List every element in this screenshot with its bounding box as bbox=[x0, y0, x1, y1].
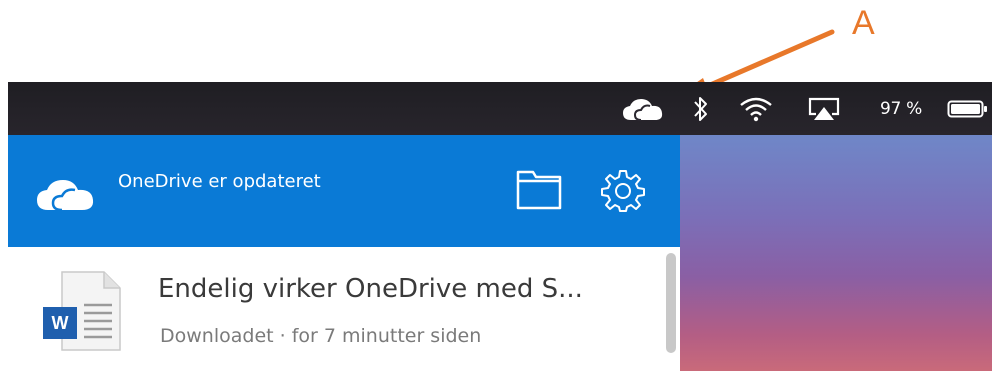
list-item[interactable]: W Endelig virker OneDrive med S... Downl… bbox=[8, 247, 680, 371]
svg-text:W: W bbox=[52, 313, 69, 333]
menu-bar: 97 % bbox=[8, 82, 992, 135]
wifi-icon[interactable] bbox=[736, 82, 776, 135]
open-folder-button[interactable] bbox=[515, 167, 563, 215]
onedrive-header: OneDrive er opdateret bbox=[8, 135, 680, 247]
word-document-icon: W bbox=[42, 269, 124, 357]
bluetooth-icon[interactable] bbox=[686, 82, 716, 135]
annotation-label: A bbox=[852, 4, 875, 42]
item-title: Endelig virker OneDrive med S... bbox=[158, 274, 583, 304]
item-status: Downloadet · for 7 minutter siden bbox=[160, 325, 482, 347]
onedrive-status-title: OneDrive er opdateret bbox=[118, 171, 321, 192]
onedrive-panel: OneDrive er opdateret W Endelig virker O… bbox=[8, 135, 680, 371]
airplay-icon[interactable] bbox=[804, 82, 844, 135]
onedrive-cloud-icon[interactable] bbox=[616, 82, 670, 135]
battery-icon[interactable] bbox=[944, 82, 992, 135]
settings-button[interactable] bbox=[601, 169, 645, 217]
battery-percentage: 97 % bbox=[880, 99, 922, 119]
onedrive-logo-icon bbox=[34, 175, 98, 217]
desktop-wallpaper bbox=[680, 135, 992, 371]
gear-icon bbox=[601, 170, 645, 212]
scrollbar[interactable] bbox=[666, 253, 676, 353]
folder-icon bbox=[516, 170, 562, 210]
